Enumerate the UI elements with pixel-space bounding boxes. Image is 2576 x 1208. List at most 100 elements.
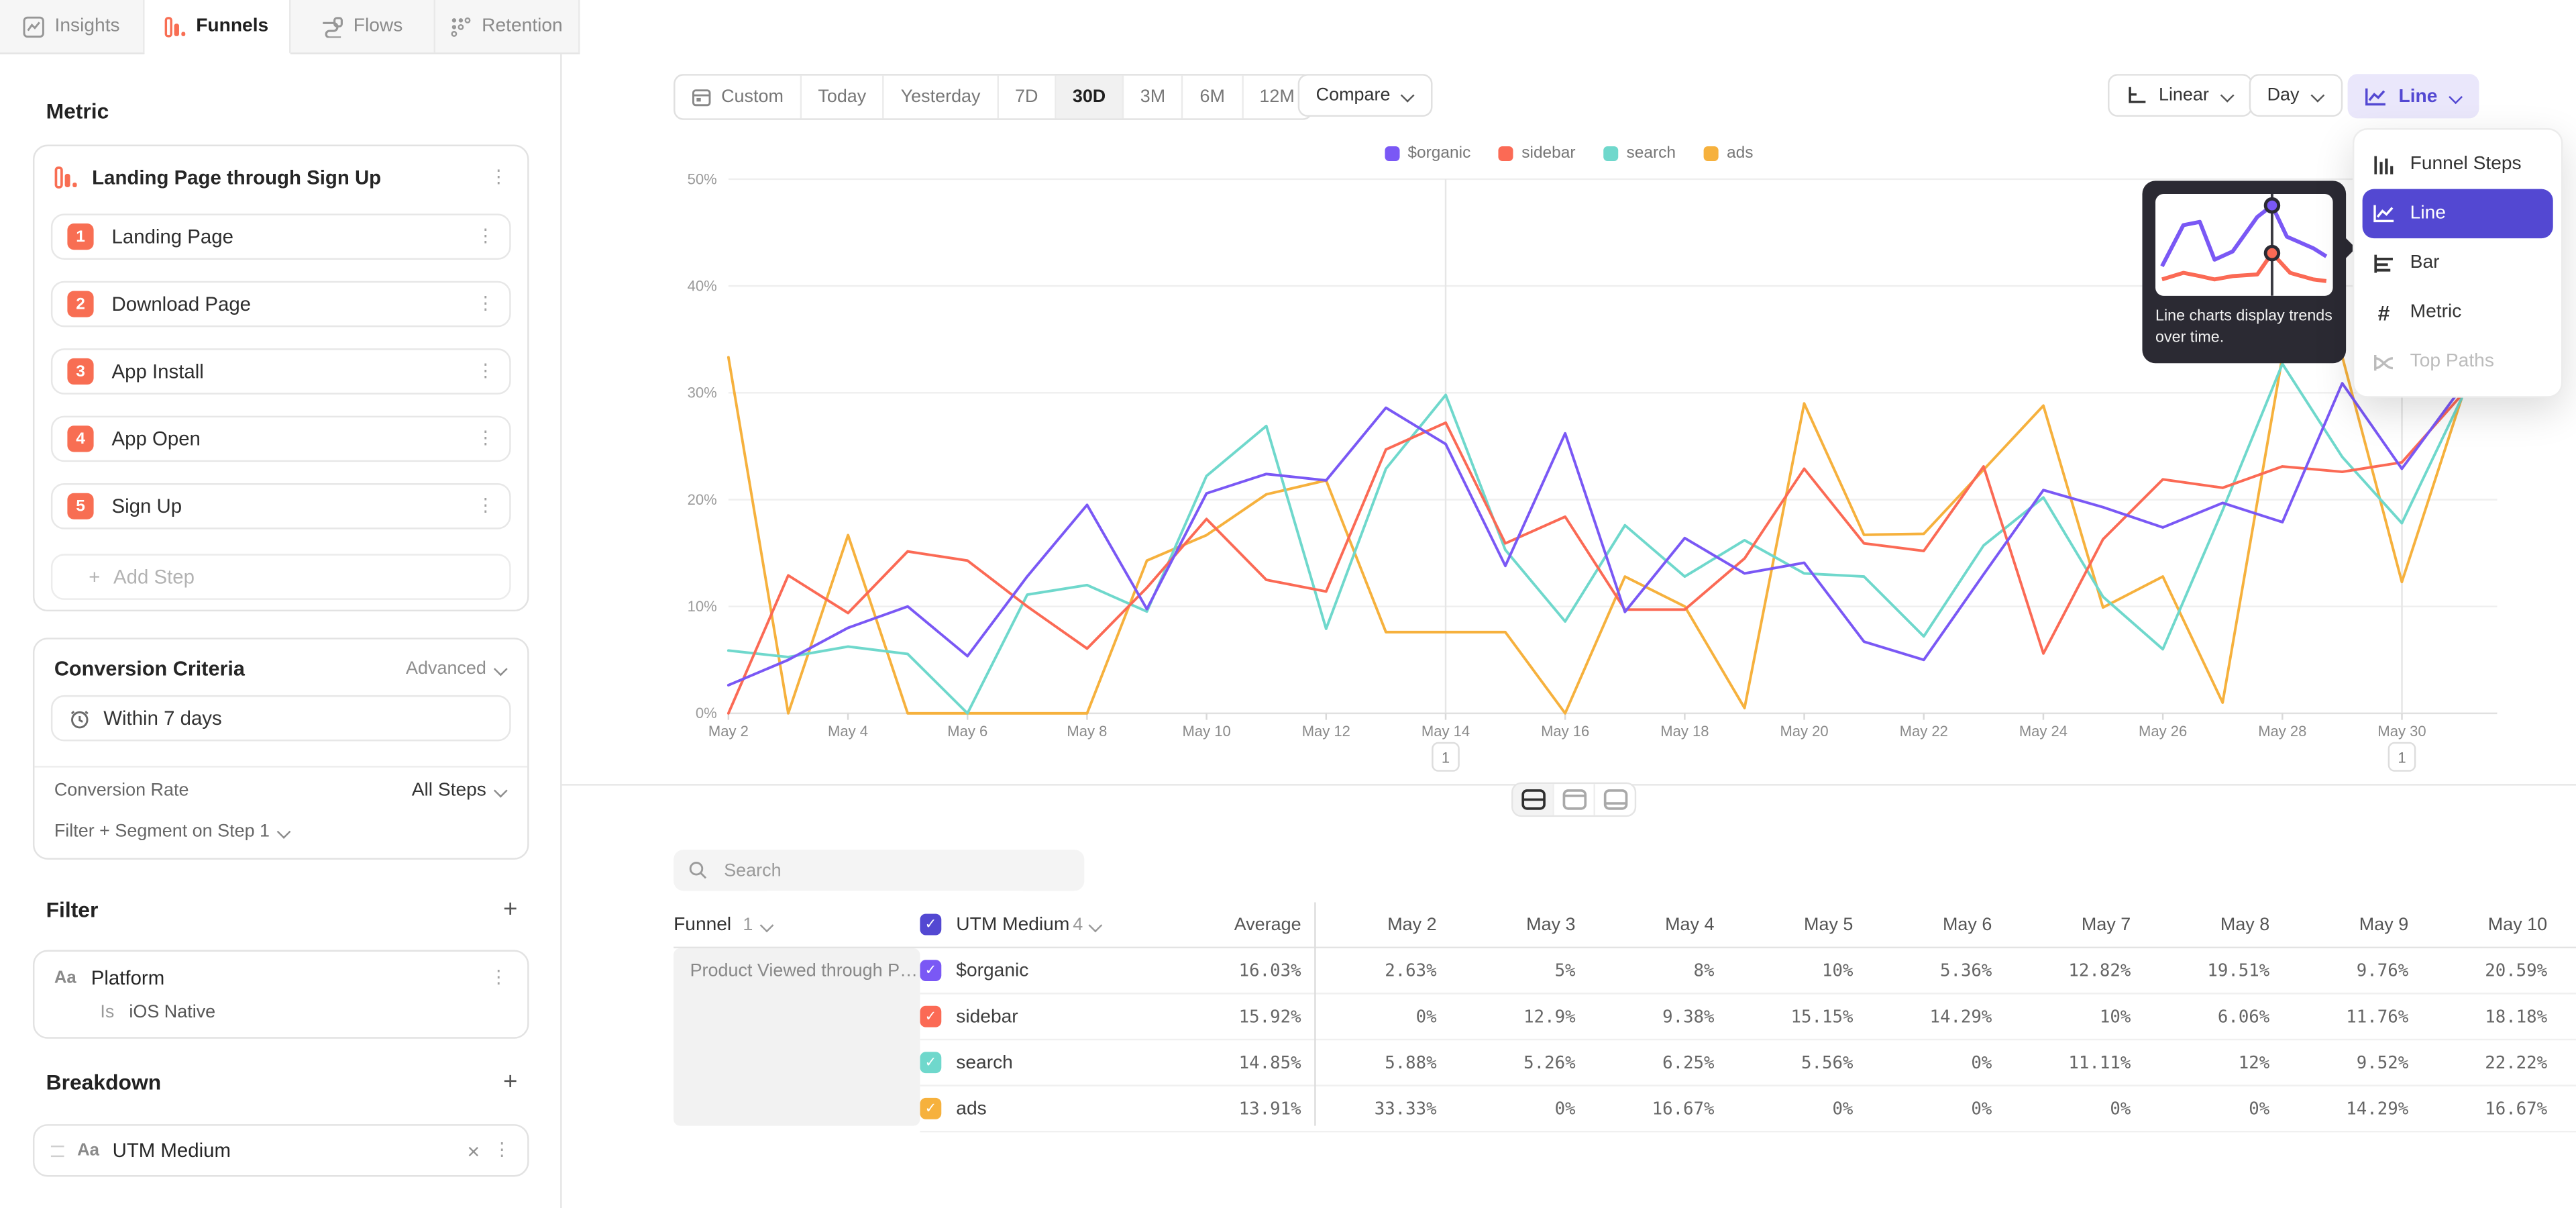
add-step-button[interactable]: + Add Step [51, 554, 511, 600]
query-builder-sidebar: Metric Landing Page through Sign Up ⋮ 1L… [0, 54, 562, 1208]
row-header: ✓$organic [920, 960, 1150, 981]
funnel-group-cell[interactable]: Product Viewed through P… [674, 948, 920, 1125]
cell-value: 10% [1717, 960, 1856, 980]
filter-property[interactable]: Platform [91, 966, 475, 989]
tab-flows[interactable]: Flows [290, 0, 435, 52]
range-button-yesterday[interactable]: Yesterday [884, 76, 998, 119]
filter-operator[interactable]: Is [100, 1003, 114, 1022]
chart-legend: $organic sidebar search ads [562, 145, 2576, 163]
day-column-header[interactable]: May 8 [2134, 915, 2273, 934]
funnel-step[interactable]: 1Landing Page⋮ [51, 213, 511, 260]
range-button-6m[interactable]: 6M [1183, 76, 1243, 119]
conversion-rate-dropdown[interactable]: All Steps [412, 781, 508, 800]
filter-value[interactable]: iOS Native [129, 1003, 215, 1022]
scale-dropdown[interactable]: Linear [2108, 74, 2251, 117]
breakdown-column-header[interactable]: ✓ UTM Medium 4 [920, 914, 1150, 936]
range-button-custom[interactable]: Custom [676, 76, 802, 119]
chevron-down-icon [494, 664, 508, 674]
funnel-menu-icon[interactable]: ⋮ [490, 168, 508, 187]
average-column-header[interactable]: Average [1150, 915, 1301, 934]
add-filter-button[interactable]: + [503, 897, 517, 922]
filter-segment-dropdown[interactable]: Filter + Segment on Step 1 [54, 821, 291, 841]
range-button-3m[interactable]: 3M [1124, 76, 1183, 119]
funnel-step[interactable]: 2Download Page⋮ [51, 281, 511, 328]
funnel-step[interactable]: 5Sign Up⋮ [51, 483, 511, 530]
select-all-checkbox[interactable]: ✓ [920, 914, 941, 936]
calendar-icon [692, 87, 711, 107]
table-row-sidebar: ✓sidebar15.92%0%12.9%9.38%15.15%14.29%10… [920, 995, 2576, 1041]
menu-item-bar[interactable]: Bar [2354, 238, 2561, 287]
table-view-icon [1603, 789, 1627, 811]
breakdown-card[interactable]: Aa UTM Medium × ⋮ [33, 1124, 529, 1176]
table-row-organic: ✓$organic16.03%2.63%5%8%10%5.36%12.82%19… [920, 948, 2576, 995]
legend-item-organic[interactable]: $organic [1385, 145, 1470, 163]
granularity-dropdown[interactable]: Day [2249, 74, 2343, 117]
range-button-30d[interactable]: 30D [1056, 76, 1124, 119]
compare-button[interactable]: Compare [1298, 74, 1433, 117]
drag-handle-icon[interactable] [51, 1145, 64, 1156]
legend-item-search[interactable]: search [1603, 145, 1676, 163]
range-button-7d[interactable]: 7D [998, 76, 1056, 119]
funnel-column-header[interactable]: Funnel 1 [674, 915, 920, 934]
cell-value: 0% [1440, 1099, 1579, 1118]
series-line-ads[interactable] [729, 356, 2462, 713]
step-menu-icon[interactable]: ⋮ [476, 295, 494, 313]
tab-funnels[interactable]: Funnels [145, 0, 290, 54]
day-column-header[interactable]: May 2 [1301, 915, 1440, 934]
legend-item-ads[interactable]: ads [1704, 145, 1754, 163]
row-checkbox[interactable]: ✓ [920, 1098, 941, 1119]
remove-breakdown-icon[interactable]: × [468, 1138, 480, 1163]
add-breakdown-button[interactable]: + [503, 1070, 517, 1095]
filter-menu-icon[interactable]: ⋮ [490, 969, 508, 987]
breakdown-menu-icon[interactable]: ⋮ [493, 1142, 511, 1160]
search-input[interactable] [720, 859, 1069, 882]
breakdown-table: Funnel 1 ✓ UTM Medium 4 Average May 2May… [674, 902, 2576, 1132]
tab-label: Flows [354, 16, 403, 36]
chart-view-button[interactable] [1554, 784, 1595, 815]
menu-item-funnel-steps[interactable]: Funnel Steps [2354, 140, 2561, 189]
cell-value: 6.06% [2134, 1007, 2273, 1026]
day-column-header[interactable]: May 5 [1717, 915, 1856, 934]
step-menu-icon[interactable]: ⋮ [476, 430, 494, 448]
tab-insights[interactable]: Insights [0, 0, 145, 52]
tab-label: Insights [55, 16, 120, 36]
chart-type-dropdown[interactable]: Line [2348, 74, 2479, 118]
line-chart-icon [2364, 87, 2387, 106]
split-view-button[interactable] [1513, 784, 1554, 815]
menu-item-metric[interactable]: # Metric [2354, 288, 2561, 337]
cell-value: 20.59% [2412, 960, 2551, 980]
row-checkbox[interactable]: ✓ [920, 960, 941, 981]
step-menu-icon[interactable]: ⋮ [476, 497, 494, 515]
day-column-header[interactable]: May 9 [2273, 915, 2412, 934]
step-menu-icon[interactable]: ⋮ [476, 228, 494, 246]
menu-item-line[interactable]: Line [2363, 189, 2553, 238]
funnel-step[interactable]: 4App Open⋮ [51, 416, 511, 462]
conversion-window-value: Within 7 days [103, 707, 221, 729]
tab-retention[interactable]: Retention [435, 0, 580, 52]
average-value: 13.91% [1150, 1099, 1301, 1118]
conversion-window-row[interactable]: Within 7 days [51, 695, 511, 742]
table-view-button[interactable] [1595, 784, 1635, 815]
series-line-sidebar[interactable] [729, 395, 2462, 713]
row-checkbox[interactable]: ✓ [920, 1006, 941, 1027]
cell-value: 10% [1995, 1007, 2134, 1026]
bar-chart-icon [2372, 252, 2395, 274]
table-search[interactable] [674, 850, 1084, 891]
day-column-header[interactable]: May 7 [1995, 915, 2134, 934]
day-column-header[interactable]: May 6 [1856, 915, 1995, 934]
cell-value: 9.76% [2273, 960, 2412, 980]
average-value: 14.85% [1150, 1053, 1301, 1072]
funnel-step[interactable]: 3App Install⋮ [51, 348, 511, 395]
day-column-header[interactable]: May 3 [1440, 915, 1579, 934]
cell-value: 0% [1717, 1099, 1856, 1118]
series-line-organic[interactable] [729, 383, 2462, 685]
range-button-today[interactable]: Today [802, 76, 884, 119]
cell-value: 0% [1856, 1053, 1995, 1072]
step-number-badge: 1 [67, 223, 93, 250]
legend-item-sidebar[interactable]: sidebar [1499, 145, 1576, 163]
day-column-header[interactable]: May 10 [2412, 915, 2551, 934]
row-checkbox[interactable]: ✓ [920, 1052, 941, 1073]
day-column-header[interactable]: May 4 [1578, 915, 1717, 934]
advanced-dropdown[interactable]: Advanced [406, 659, 508, 678]
step-menu-icon[interactable]: ⋮ [476, 362, 494, 381]
